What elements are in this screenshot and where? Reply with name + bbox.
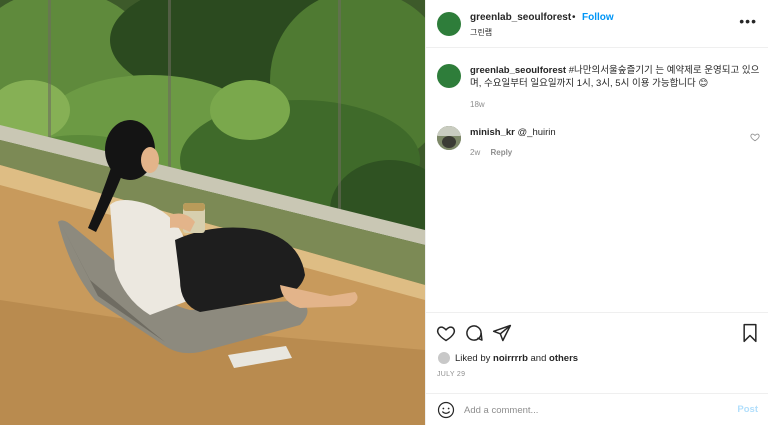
add-comment-bar: Post [426,393,768,426]
likes-prefix: Liked by [455,352,491,364]
caption-username[interactable]: greenlab_seoulforest [470,65,566,76]
comment-icon[interactable] [464,323,484,343]
liker-username[interactable]: noirrrrb [493,353,528,364]
caption-avatar[interactable] [437,64,461,88]
follow-button[interactable]: Follow [582,12,614,23]
comment-like-icon[interactable] [750,132,760,142]
caption-text: greenlab_seoulforest #나만의서울숲즐기기 는 예약제로 운… [470,64,760,90]
comment-meta: 2w Reply [470,148,520,157]
likes-summary: Liked by noirrrrb and others [437,351,578,365]
comment-age: 2w [470,148,481,157]
post-date: JULY 29 [437,371,466,378]
caption-age: 18w [470,100,485,109]
comment-avatar-image [437,126,461,150]
comment-username[interactable]: minish_kr [470,127,515,138]
location-link[interactable]: 그린랩 [470,27,492,38]
post-actions: Liked by noirrrrb and others JULY 29 Pos… [426,312,768,425]
likes-connector: and [530,352,547,364]
more-options-icon[interactable]: ••• [739,14,757,28]
share-icon[interactable] [492,323,512,343]
bookmark-icon[interactable] [740,323,760,343]
comment-mention[interactable]: @_huirin [518,127,556,138]
likes-others-link[interactable]: others [549,353,578,364]
avatar[interactable] [437,12,461,36]
comment-avatar[interactable] [437,126,461,150]
header-username[interactable]: greenlab_seoulforest [470,12,571,23]
heart-icon[interactable] [436,323,456,343]
instagram-post: greenlab_seoulforest • Follow 그린랩 ••• gr… [0,0,768,425]
comment-text: minish_kr @_huirin [470,127,556,138]
post-photo-image [0,0,425,425]
post-header: greenlab_seoulforest • Follow 그린랩 ••• [426,0,768,48]
post-comment-button[interactable]: Post [737,404,758,415]
comment-input[interactable] [464,401,714,419]
header-separator: • [572,12,576,23]
emoji-icon[interactable] [437,401,455,419]
reply-button[interactable]: Reply [490,148,512,157]
post-photo[interactable] [0,0,425,425]
liker-avatar[interactable] [437,351,451,365]
post-side-panel: greenlab_seoulforest • Follow 그린랩 ••• gr… [425,0,768,425]
